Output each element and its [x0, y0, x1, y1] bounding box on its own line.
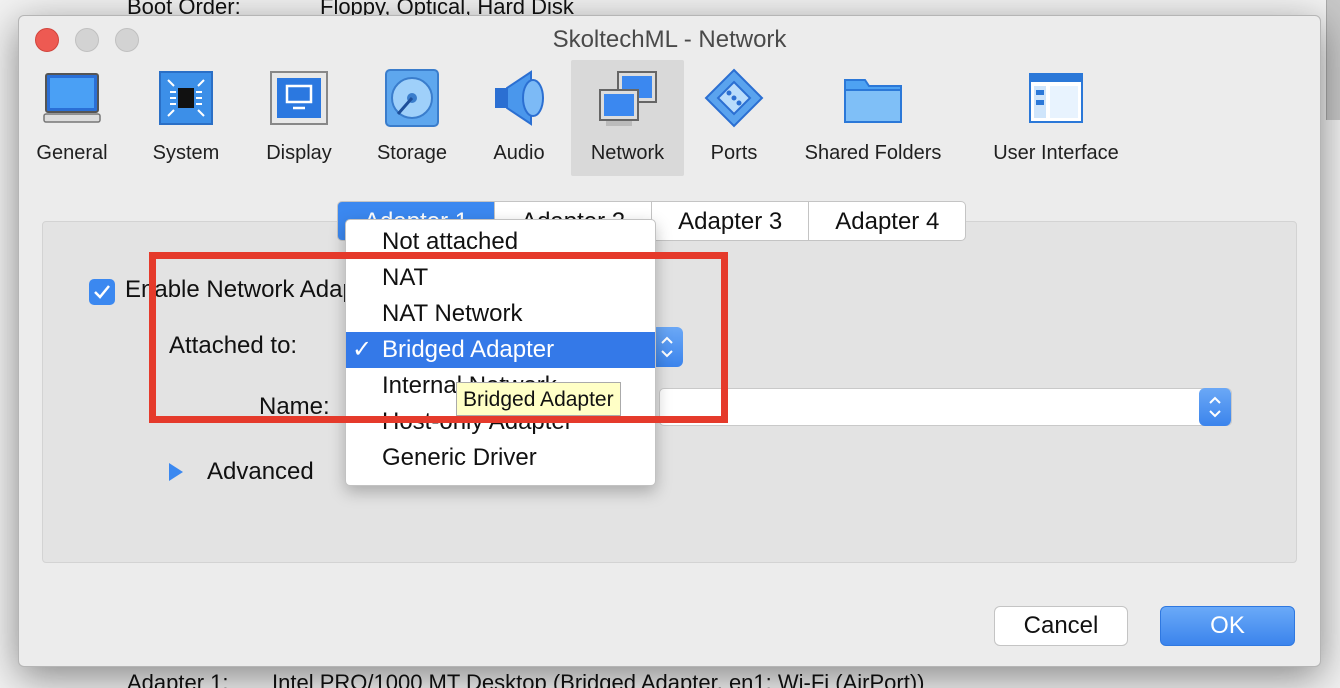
toolbar-item-storage[interactable]: Storage	[365, 60, 459, 176]
toolbar-item-shared-folders[interactable]: Shared Folders	[793, 60, 953, 176]
toolbar-item-display[interactable]: Display	[252, 60, 346, 176]
toolbar-label-general: General	[36, 142, 108, 164]
settings-dialog: SkoltechML - Network General System Disp…	[18, 15, 1321, 667]
display-icon	[270, 71, 328, 125]
monitor-icon	[43, 73, 101, 123]
toolbar-label-shared-folders: Shared Folders	[804, 142, 942, 164]
toolbar-item-network[interactable]: Network	[571, 60, 684, 176]
serial-port-icon	[704, 68, 764, 128]
up-down-chevron-icon	[1209, 396, 1221, 418]
chip-icon	[159, 71, 213, 125]
speaker-icon	[495, 70, 544, 126]
window-title: SkoltechML - Network	[552, 26, 787, 53]
name-select[interactable]	[659, 388, 1232, 426]
toolbar-label-storage: Storage	[376, 142, 448, 164]
tab-adapter-4[interactable]: Adapter 4	[809, 201, 967, 241]
adapter-summary-label: Adapter 1:	[127, 670, 229, 688]
toolbar-item-audio[interactable]: Audio	[472, 60, 566, 176]
name-select-stepper[interactable]	[1199, 388, 1231, 426]
disk-icon	[385, 69, 439, 127]
adapter-summary-value: Intel PRO/1000 MT Desktop (Bridged Adapt…	[272, 670, 925, 688]
folder-icon	[844, 79, 902, 123]
background-scrollbar[interactable]	[1326, 0, 1340, 120]
disclosure-triangle-icon[interactable]	[169, 463, 183, 481]
toolbar-label-network: Network	[590, 142, 665, 164]
maximize-window-button[interactable]	[115, 28, 139, 52]
ok-button[interactable]: OK	[1160, 606, 1295, 646]
menu-item-generic-driver[interactable]: Generic Driver	[346, 440, 655, 476]
advanced-toggle[interactable]: Advanced	[207, 458, 314, 486]
checkmark-icon	[94, 285, 110, 299]
settings-toolbar: General System Display Storage Audio Net…	[19, 60, 1320, 180]
enable-network-adapter-checkbox[interactable]	[89, 279, 115, 305]
toolbar-label-audio: Audio	[493, 142, 545, 164]
minimize-window-button[interactable]	[75, 28, 99, 52]
toolbar-label-ports: Ports	[710, 142, 758, 164]
toolbar-label-display: Display	[266, 142, 332, 164]
toolbar-item-ports[interactable]: Ports	[687, 60, 781, 176]
title-bar: SkoltechML - Network	[19, 16, 1320, 60]
toolbar-item-user-interface[interactable]: User Interface	[981, 60, 1131, 176]
toolbar-item-system[interactable]: System	[139, 60, 233, 176]
window-layout-icon	[1029, 73, 1083, 123]
network-icon	[598, 71, 657, 126]
tab-adapter-3[interactable]: Adapter 3	[652, 201, 810, 241]
cancel-button[interactable]: Cancel	[994, 606, 1128, 646]
close-window-button[interactable]	[35, 28, 59, 52]
annotation-highlight-box	[149, 252, 728, 423]
toolbar-label-user-interface: User Interface	[993, 142, 1119, 164]
toolbar-item-general[interactable]: General	[25, 60, 119, 176]
toolbar-label-system: System	[152, 142, 220, 164]
